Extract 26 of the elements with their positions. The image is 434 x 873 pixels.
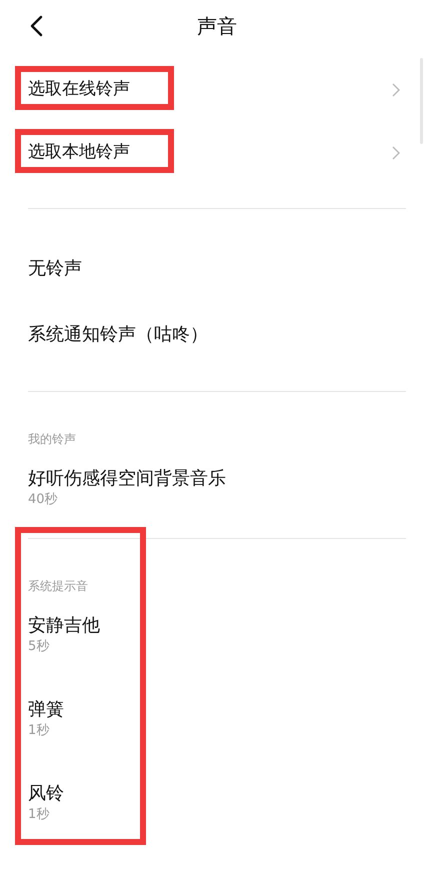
ringtone-option[interactable]: 无铃声 xyxy=(0,235,434,301)
back-icon xyxy=(29,15,43,37)
chevron-icon xyxy=(392,82,400,96)
option-label: 系统通知铃声（咕咚） xyxy=(28,322,208,346)
ringtone-item[interactable]: 安静吉他 5秒 xyxy=(0,593,434,677)
option-label: 无铃声 xyxy=(28,256,82,280)
picker-row[interactable]: 选取本地铃声 xyxy=(0,121,434,184)
ringtone-duration: 1秒 xyxy=(28,722,50,740)
ringtone-item[interactable]: 弹簧 1秒 xyxy=(0,677,434,761)
section-heading: 我的铃声 xyxy=(28,432,76,446)
section-heading: 系统提示音 xyxy=(28,579,88,593)
ringtone-duration: 40秒 xyxy=(28,491,59,509)
ringtone-item[interactable]: 好听伤感得空间背景音乐 40秒 xyxy=(0,446,434,530)
ringtone-duration: 1秒 xyxy=(28,806,50,824)
ringtone-duration: 5秒 xyxy=(28,638,50,656)
ringtone-option[interactable]: 系统通知铃声（咕咚） xyxy=(0,301,434,367)
ringtone-title: 风铃 xyxy=(28,782,65,806)
picker-label: 选取本地铃声 xyxy=(28,140,130,164)
ringtone-title: 安静吉他 xyxy=(28,614,101,638)
ringtone-item[interactable]: 风铃 1秒 xyxy=(0,761,434,845)
page-title: 声音 xyxy=(197,13,237,40)
picker-label: 选取在线铃声 xyxy=(28,78,130,101)
picker-row[interactable]: 选取在线铃声 xyxy=(0,58,434,121)
chevron-icon xyxy=(392,146,400,160)
ringtone-title: 好听伤感得空间背景音乐 xyxy=(28,467,227,491)
ringtone-title: 弹簧 xyxy=(28,698,65,722)
